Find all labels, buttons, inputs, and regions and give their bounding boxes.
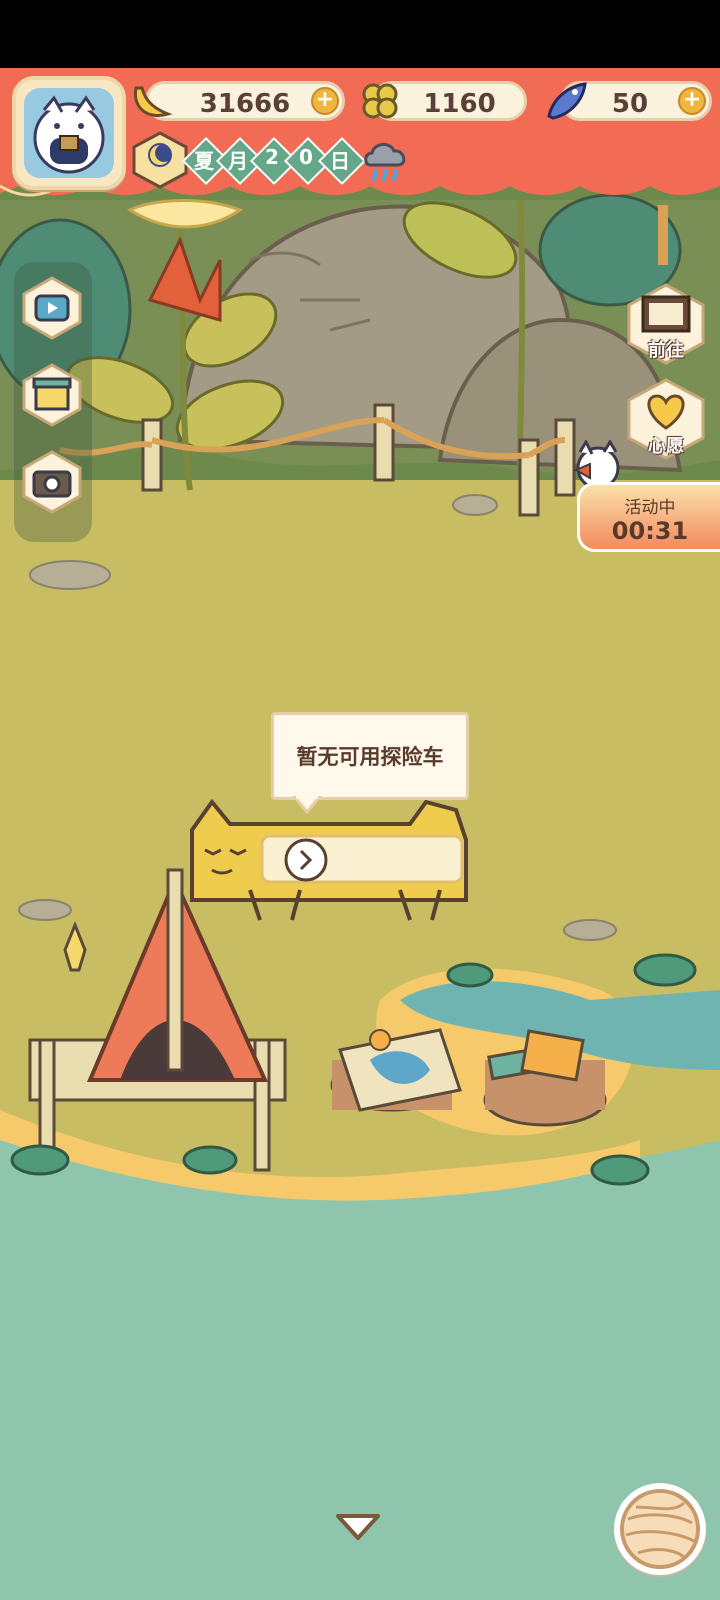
yarn-ball-icon [620, 1489, 700, 1569]
player-avatar[interactable] [12, 76, 126, 190]
date-char: 2 [265, 145, 279, 169]
clover-value: 1160 [423, 89, 496, 119]
event-title: 活动中 [624, 498, 676, 518]
banana-icon [133, 86, 173, 117]
cat-avatar-icon [24, 88, 114, 178]
hanging-rope-icon [658, 205, 668, 265]
scene-background [0, 68, 720, 1600]
shop-stall-button[interactable] [20, 363, 84, 427]
date-char: 0 [299, 145, 313, 169]
rain-cloud-icon [364, 143, 406, 181]
tooltip-pointer [292, 796, 322, 814]
wish-label: 心愿 [648, 436, 684, 457]
add-fish-button[interactable]: + [678, 87, 706, 115]
clover-icon [362, 83, 398, 119]
game-scene [0, 68, 720, 1600]
no-cart-message: 暂无可用探险车 [296, 745, 444, 769]
banana-counter: 31666 + [145, 81, 345, 121]
goto-label: 前往 [648, 340, 684, 361]
fish-icon [547, 82, 587, 120]
cart-tooltip: 暂无可用探险车 [271, 712, 469, 800]
yarn-ball-button[interactable] [614, 1483, 706, 1575]
event-timer-button[interactable]: 活动中 00:31 [577, 482, 720, 552]
tv-video-button[interactable] [20, 276, 84, 340]
camera-button[interactable] [20, 450, 84, 514]
add-banana-button[interactable]: + [311, 87, 339, 115]
date-char: 日 [330, 149, 350, 173]
event-countdown: 00:31 [611, 517, 689, 545]
status-bar [0, 0, 720, 68]
